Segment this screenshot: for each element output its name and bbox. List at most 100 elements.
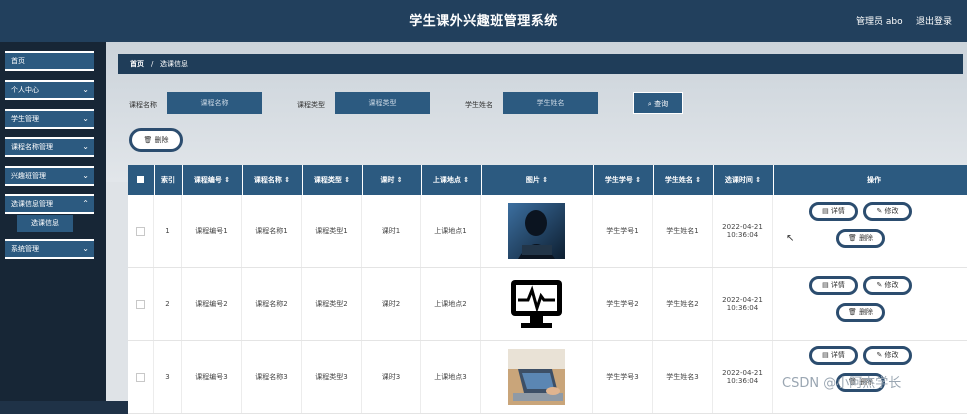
header-hours[interactable]: 课时 ⇕ (362, 165, 422, 195)
delete-button[interactable]: 🗑 删除 (836, 229, 885, 248)
header-student-name[interactable]: 学生姓名 ⇕ (653, 165, 714, 195)
edit-label: 修改 (884, 281, 899, 289)
edit-button[interactable]: ✎ 修改 (863, 202, 912, 221)
cell-course-name: 课程名称1 (242, 195, 302, 267)
sidebar-item-profile[interactable]: 个人中心 ⌄ (5, 80, 94, 100)
select-all-checkbox[interactable] (137, 176, 144, 183)
chevron-down-icon: ⌄ (82, 171, 89, 180)
logout-link[interactable]: 退出登录 (916, 14, 952, 27)
header-student-id[interactable]: 学生学号 ⇕ (593, 165, 654, 195)
sidebar-item-students[interactable]: 学生管理 ⌄ (5, 109, 94, 129)
search-button-label: 查询 (654, 100, 669, 108)
header-course-code[interactable]: 课程编号 ⇕ (182, 165, 243, 195)
sidebar-subitem-enrollment-info[interactable]: 选课信息 (17, 215, 73, 232)
mouse-cursor-icon: ↖ (786, 233, 795, 244)
cell-course-name: 课程名称3 (242, 341, 302, 413)
sidebar-item-label: 学生管理 (11, 115, 39, 123)
cell-hours: 课时1 (362, 195, 421, 267)
cell-student-name: 学生姓名1 (653, 195, 713, 267)
edit-button[interactable]: ✎ 修改 (863, 346, 912, 365)
row-checkbox[interactable] (136, 372, 145, 382)
cell-course-code: 课程编号3 (182, 341, 242, 413)
sidebar: 首页 个人中心 ⌄ 学生管理 ⌄ 课程名称管理 ⌄ 兴趣班管理 ⌄ 选课信息管理… (0, 42, 106, 401)
delete-button[interactable]: 🗑 删除 (836, 303, 885, 322)
hacker-image (508, 203, 565, 259)
trash-icon: 🗑 (847, 234, 860, 242)
cell-place: 上课地点3 (421, 341, 481, 413)
doc-icon: ▤ (822, 207, 831, 215)
cell-course-code: 课程编号2 (182, 268, 242, 340)
table-row: 1 课程编号1 课程名称1 课程类型1 课时1 上课地点1 学生学号1 学生姓名… (128, 195, 967, 268)
breadcrumb: 首页 / 选课信息 (118, 54, 963, 74)
bulk-delete-button[interactable]: 🗑 删除 (129, 128, 183, 152)
sidebar-item-home[interactable]: 首页 (5, 51, 94, 71)
detail-button[interactable]: ▤ 详情 (809, 346, 858, 365)
doc-icon: ▤ (822, 281, 831, 289)
cell-hours: 课时3 (362, 341, 421, 413)
cell-index: 2 (154, 268, 182, 340)
trash-icon: 🗑 (143, 136, 155, 144)
cell-actions: ▤ 详情 ✎ 修改 🗑 删除 (773, 268, 967, 340)
table-row: 2 课程编号2 课程名称2 课程类型2 课时2 上课地点2 学生学号2 学生姓名… (128, 268, 967, 341)
breadcrumb-current: 选课信息 (160, 60, 188, 68)
main-content: 首页 / 选课信息 课程名称 课程类型 学生姓名 ⌕ 查询 🗑 删除 索引 课程… (106, 42, 967, 414)
chevron-down-icon: ⌄ (82, 142, 89, 151)
cell-enroll-time: 2022-04-21 10:36:04 (713, 341, 773, 413)
cell-student-id: 学生学号2 (593, 268, 653, 340)
cell-image (481, 268, 593, 340)
row-checkbox[interactable] (136, 299, 145, 309)
row-checkbox[interactable] (136, 226, 145, 236)
detail-label: 详情 (830, 207, 845, 215)
sidebar-item-system[interactable]: 系统管理 ⌄ (5, 239, 94, 259)
header-select-all[interactable] (128, 165, 155, 195)
cell-actions: ▤ 详情 ✎ 修改 🗑 删除 (773, 195, 967, 267)
cell-image (481, 341, 593, 413)
sidebar-item-enrollment[interactable]: 选课信息管理 ⌃ (5, 194, 94, 214)
current-user: 管理员 abo (856, 17, 903, 27)
chevron-up-icon: ⌃ (82, 199, 89, 208)
cell-student-id: 学生学号3 (593, 341, 653, 413)
header-index: 索引 (154, 165, 183, 195)
search-button[interactable]: ⌕ 查询 (633, 92, 683, 114)
course-name-input[interactable] (167, 92, 262, 114)
delete-label: 删除 (859, 308, 874, 316)
pencil-icon: ✎ (876, 281, 885, 289)
cell-index: 1 (154, 195, 182, 267)
trash-icon: 🗑 (847, 308, 860, 316)
cell-course-name: 课程名称2 (242, 268, 302, 340)
edit-button[interactable]: ✎ 修改 (863, 276, 912, 295)
chevron-down-icon: ⌄ (82, 244, 89, 253)
header-course-name[interactable]: 课程名称 ⇕ (242, 165, 303, 195)
breadcrumb-home[interactable]: 首页 (130, 54, 144, 74)
chevron-down-icon: ⌄ (82, 114, 89, 123)
row-select-cell (128, 341, 154, 413)
cell-course-type: 课程类型2 (302, 268, 362, 340)
detail-button[interactable]: ▤ 详情 (809, 276, 858, 295)
header-image[interactable]: 图片 ⇕ (481, 165, 594, 195)
header-enroll-time[interactable]: 选课时间 ⇕ (713, 165, 774, 195)
edit-label: 修改 (884, 351, 899, 359)
laptop-image (508, 349, 565, 405)
edit-label: 修改 (884, 207, 899, 215)
sidebar-item-course-names[interactable]: 课程名称管理 ⌄ (5, 137, 94, 157)
cell-image (481, 195, 593, 267)
header-course-type[interactable]: 课程类型 ⇕ (302, 165, 363, 195)
sidebar-item-label: 兴趣班管理 (11, 172, 46, 180)
detail-button[interactable]: ▤ 详情 (809, 202, 858, 221)
row-select-cell (128, 268, 154, 340)
header-place[interactable]: 上课地点 ⇕ (421, 165, 482, 195)
sidebar-item-label: 课程名称管理 (11, 143, 53, 151)
cell-student-name: 学生姓名2 (653, 268, 713, 340)
top-bar: 学生课外兴趣班管理系统 管理员 abo 退出登录 (0, 0, 967, 42)
sidebar-item-classes[interactable]: 兴趣班管理 ⌄ (5, 166, 94, 186)
cell-enroll-time: 2022-04-21 10:36:04 (713, 268, 773, 340)
breadcrumb-separator: / (151, 60, 154, 68)
delete-label: 删除 (859, 234, 874, 242)
course-type-input[interactable] (335, 92, 430, 114)
cell-student-name: 学生姓名3 (653, 341, 713, 413)
cell-hours: 课时2 (362, 268, 421, 340)
pencil-icon: ✎ (876, 207, 885, 215)
student-name-input[interactable] (503, 92, 598, 114)
app-title: 学生课外兴趣班管理系统 (409, 14, 558, 29)
cell-course-type: 课程类型1 (302, 195, 362, 267)
